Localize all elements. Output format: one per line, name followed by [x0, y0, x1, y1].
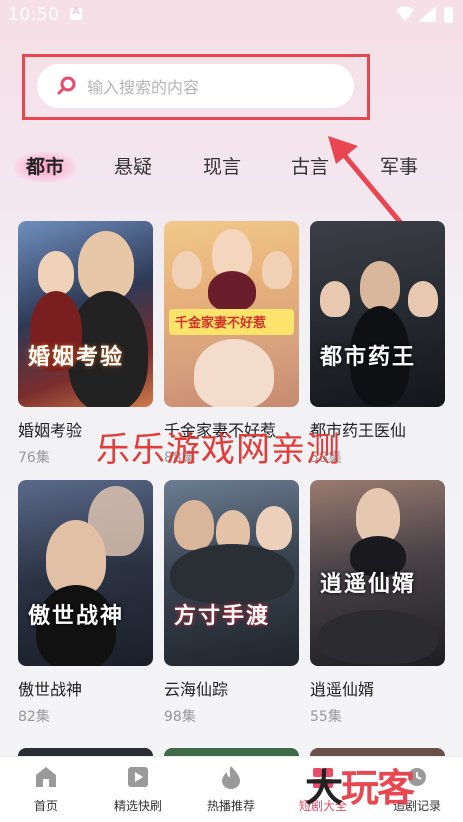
poster-title: 方寸手渡 — [174, 604, 271, 629]
search-bar[interactable] — [37, 64, 354, 108]
drama-episodes: 98集 — [164, 709, 196, 725]
poster-title: 千金家妻不好惹 — [175, 316, 267, 331]
search-icon — [57, 76, 76, 95]
tab-xuanyi[interactable]: 悬疑 — [114, 152, 152, 179]
drama-episodes: 82集 — [18, 709, 50, 725]
drama-card[interactable]: 逍遥仙婿 逍遥仙婿 55集 — [310, 480, 445, 726]
fire-icon — [222, 766, 240, 789]
tab-guyan[interactable]: 古言 — [291, 152, 329, 179]
drama-poster: 傲世战神 — [18, 480, 153, 666]
drama-title: 逍遥仙婿 — [310, 680, 375, 699]
drama-title: 云海仙踪 — [164, 680, 229, 699]
poster-title: 逍遥仙婿 — [320, 572, 417, 597]
notification-app-icon — [70, 6, 82, 20]
poster-title: 都市药王 — [320, 345, 417, 370]
battery-icon — [444, 7, 453, 23]
poster-banner: 千金家妻不好惹 — [169, 309, 294, 335]
drama-episodes: 55集 — [310, 709, 342, 725]
drama-poster: 方寸手渡 — [164, 480, 299, 666]
drama-card[interactable]: 方寸手渡 云海仙踪 98集 — [164, 480, 299, 726]
drama-poster: 婚姻考验 — [18, 221, 153, 407]
nav-label: 精选快刷 — [113, 799, 162, 813]
nav-home[interactable]: 首页 — [1, 763, 91, 814]
signal-icon — [418, 6, 436, 22]
tab-dushi[interactable]: 都市 — [26, 152, 64, 179]
drama-poster: 逍遥仙婿 — [310, 480, 445, 666]
poster-title: 傲世战神 — [28, 604, 125, 629]
logo-part-2: 玩客 — [341, 766, 415, 810]
drama-poster: 千金家妻不好惹 — [164, 221, 299, 407]
nav-featured[interactable]: 精选快刷 — [93, 763, 183, 814]
status-time: 10:50 — [8, 5, 60, 25]
nav-label: 热播推荐 — [206, 799, 255, 813]
drama-title: 傲世战神 — [18, 680, 83, 699]
drama-poster: 都市药王 — [310, 221, 445, 407]
play-icon — [128, 767, 148, 787]
poster-title: 婚姻考验 — [28, 345, 125, 370]
drama-card[interactable]: 傲世战神 傲世战神 82集 — [18, 480, 153, 726]
category-tabs: 都市 悬疑 现言 古言 军事 — [0, 148, 463, 184]
nav-hot[interactable]: 热播推荐 — [186, 763, 276, 814]
tab-xianyan[interactable]: 现言 — [203, 152, 241, 179]
status-bar: 10:50 — [0, 0, 463, 30]
site-watermark: 乐乐游戏网亲测 — [96, 430, 341, 470]
search-input[interactable] — [85, 74, 339, 100]
logo-part-1: 大 — [305, 766, 343, 810]
home-icon — [36, 767, 56, 787]
corner-logo-watermark: 大玩客 — [305, 757, 415, 812]
wifi-icon — [396, 6, 414, 21]
tab-junshi[interactable]: 军事 — [380, 152, 418, 179]
nav-label: 首页 — [33, 799, 58, 813]
